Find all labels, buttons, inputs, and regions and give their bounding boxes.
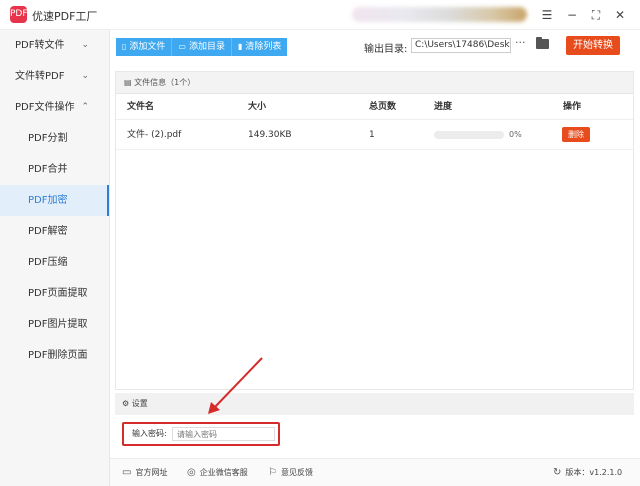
chat-icon: ◎: [187, 467, 196, 478]
sidebar-item-pdf-decrypt[interactable]: PDF解密: [0, 216, 109, 247]
sidebar-item-label: PDF解密: [28, 226, 68, 237]
table-row[interactable]: 文件- (2).pdf 149.30KB 1 0% 删除: [116, 120, 633, 150]
column-header-size: 大小: [248, 102, 267, 112]
sidebar-item-label: PDF删除页面: [28, 350, 88, 361]
column-header-action: 操作: [563, 102, 582, 112]
app-title: 优速PDF工厂: [32, 10, 98, 23]
title-bar: PDF 优速PDF工厂 ☰ − ⛶ ✕: [0, 0, 640, 30]
password-label: 输入密码:: [132, 429, 167, 438]
file-list-panel: ▤ 文件信息（1个） 文件名 大小 总页数 进度 操作 文件- (2).pdf …: [115, 71, 634, 390]
sidebar-item-label: PDF转文件: [15, 40, 65, 51]
footer: ▭ 官方网址 ◎ 企业微信客服 ⚐ 意见反馈 ↻ 版本：v1.2.1.0: [110, 458, 640, 486]
website-label: 官方网址: [135, 468, 168, 477]
chevron-down-icon: ⌄: [81, 40, 89, 50]
file-button-group: ▯ 添加文件 ▭ 添加目录 ▮ 清除列表: [116, 38, 288, 56]
progress-percent: 0%: [509, 130, 522, 139]
close-icon[interactable]: ✕: [611, 6, 629, 24]
trash-icon: ▮: [238, 42, 243, 51]
password-input[interactable]: [172, 427, 275, 441]
add-file-button[interactable]: ▯ 添加文件: [116, 38, 173, 56]
file-icon: ▯: [122, 42, 127, 51]
column-header-name: 文件名: [127, 102, 155, 112]
add-file-label: 添加文件: [129, 42, 166, 52]
add-folder-label: 添加目录: [188, 42, 225, 52]
minimize-icon[interactable]: −: [563, 6, 581, 24]
sidebar-item-pdf-to-file[interactable]: PDF转文件 ⌄: [0, 30, 109, 61]
sidebar-item-label: PDF合并: [28, 164, 68, 175]
chevron-up-icon: ⌃: [81, 102, 89, 112]
wechat-label: 企业微信客服: [199, 468, 248, 477]
website-link[interactable]: ▭ 官方网址: [122, 459, 167, 486]
app-logo-icon: PDF: [10, 6, 28, 23]
delete-button[interactable]: 删除: [562, 127, 590, 142]
feedback-icon: ⚐: [268, 467, 277, 478]
add-folder-button[interactable]: ▭ 添加目录: [172, 38, 232, 56]
clear-list-button[interactable]: ▮ 清除列表: [232, 38, 288, 56]
sidebar-item-pdf-compress[interactable]: PDF压缩: [0, 247, 109, 278]
progress-bar: [434, 131, 504, 139]
column-header-progress: 进度: [434, 102, 453, 112]
maximize-icon[interactable]: ⛶: [587, 6, 605, 24]
file-name-cell: 文件- (2).pdf: [127, 130, 182, 140]
sidebar-item-pdf-operations[interactable]: PDF文件操作 ⌃: [0, 92, 109, 123]
settings-header: ⚙ 设置: [115, 393, 634, 415]
open-folder-icon[interactable]: [536, 37, 549, 49]
sidebar-item-file-to-pdf[interactable]: 文件转PDF ⌄: [0, 61, 109, 92]
feedback-link[interactable]: ⚐ 意见反馈: [268, 459, 313, 486]
more-options-icon[interactable]: ···: [515, 36, 526, 49]
sidebar-item-pdf-split[interactable]: PDF分割: [0, 123, 109, 154]
version-info[interactable]: ↻ 版本：v1.2.1.0: [553, 459, 622, 486]
output-dir-field[interactable]: C:\Users\17486\Deskto: [411, 38, 511, 53]
user-account-area[interactable]: [352, 7, 527, 22]
start-convert-button[interactable]: 开始转换: [566, 36, 620, 55]
sidebar-item-pdf-delete-page[interactable]: PDF删除页面: [0, 340, 109, 371]
sidebar: PDF转文件 ⌄ 文件转PDF ⌄ PDF文件操作 ⌃ PDF分割 PDF合并 …: [0, 30, 110, 486]
file-size-cell: 149.30KB: [248, 130, 292, 140]
refresh-icon: ↻: [553, 467, 562, 478]
document-icon: ▤: [124, 78, 132, 87]
sidebar-item-label: PDF加密: [28, 195, 68, 206]
table-header: 文件名 大小 总页数 进度 操作: [116, 94, 633, 120]
settings-panel: 输入密码:: [115, 415, 634, 453]
sidebar-item-pdf-merge[interactable]: PDF合并: [0, 154, 109, 185]
sidebar-item-label: PDF压缩: [28, 257, 68, 268]
password-highlight-box: 输入密码:: [122, 422, 280, 446]
sidebar-item-label: 文件转PDF: [15, 71, 65, 82]
output-dir-label: 输出目录:: [364, 44, 408, 55]
sidebar-item-label: PDF分割: [28, 133, 68, 144]
menu-icon[interactable]: ☰: [538, 6, 556, 24]
version-label: 版本：v1.2.1.0: [565, 468, 623, 477]
clear-list-label: 清除列表: [245, 42, 282, 52]
sidebar-item-pdf-image-extract[interactable]: PDF图片提取: [0, 309, 109, 340]
sidebar-item-pdf-page-extract[interactable]: PDF页面提取: [0, 278, 109, 309]
file-info-label: 文件信息（1个）: [134, 78, 196, 87]
file-info-header: ▤ 文件信息（1个）: [116, 72, 633, 94]
folder-icon: ▭: [178, 42, 186, 51]
wechat-support-link[interactable]: ◎ 企业微信客服: [187, 459, 248, 486]
sidebar-item-label: PDF文件操作: [15, 102, 75, 113]
column-header-pages: 总页数: [369, 102, 397, 112]
chevron-down-icon: ⌄: [81, 71, 89, 81]
sidebar-item-pdf-encrypt[interactable]: PDF加密: [0, 185, 109, 216]
page-count-cell: 1: [369, 130, 375, 140]
sidebar-item-label: PDF页面提取: [28, 288, 88, 299]
toolbar: ▯ 添加文件 ▭ 添加目录 ▮ 清除列表 输出目录: C:\Users\1748…: [110, 30, 640, 68]
monitor-icon: ▭: [122, 467, 132, 478]
settings-title: 设置: [131, 399, 148, 408]
sidebar-item-label: PDF图片提取: [28, 319, 88, 330]
gear-icon: ⚙: [122, 399, 130, 408]
feedback-label: 意见反馈: [280, 468, 313, 477]
